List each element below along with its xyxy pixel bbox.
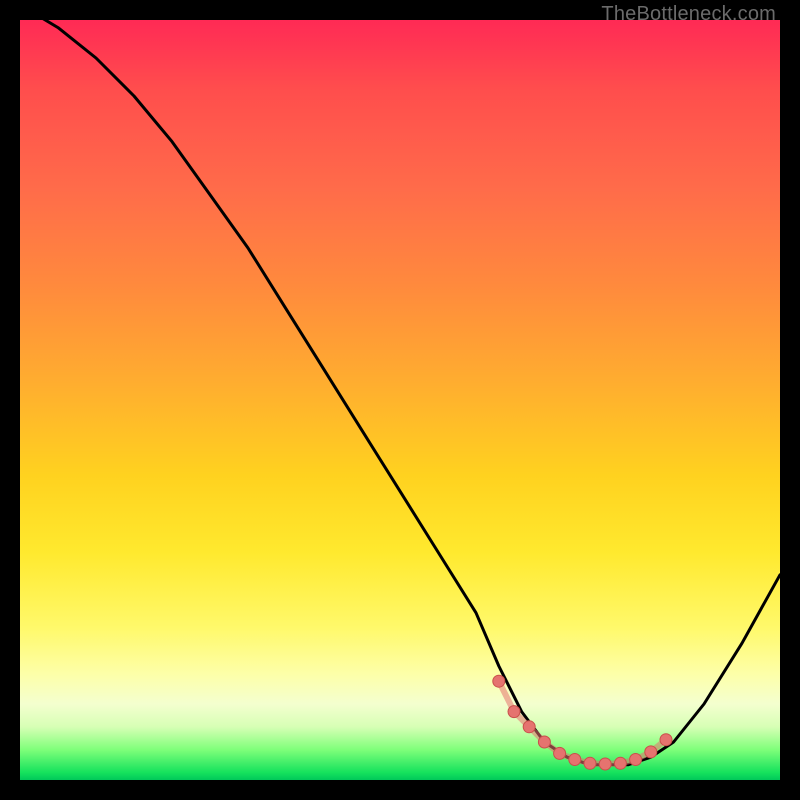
optimal-range-marker xyxy=(523,721,535,733)
chart-svg xyxy=(20,20,780,780)
optimal-range-marker xyxy=(599,758,611,770)
optimal-range-marker xyxy=(645,746,657,758)
optimal-range-marker xyxy=(630,754,642,766)
optimal-range-marker xyxy=(614,757,626,769)
optimal-range-markers xyxy=(493,675,672,770)
bottleneck-curve-line xyxy=(20,5,780,765)
optimal-range-marker xyxy=(584,757,596,769)
optimal-range-marker xyxy=(554,747,566,759)
optimal-range-connector xyxy=(499,681,666,764)
optimal-range-marker xyxy=(569,754,581,766)
optimal-range-marker xyxy=(493,675,505,687)
optimal-range-marker xyxy=(660,734,672,746)
optimal-range-marker xyxy=(508,706,520,718)
optimal-range-marker xyxy=(538,736,550,748)
